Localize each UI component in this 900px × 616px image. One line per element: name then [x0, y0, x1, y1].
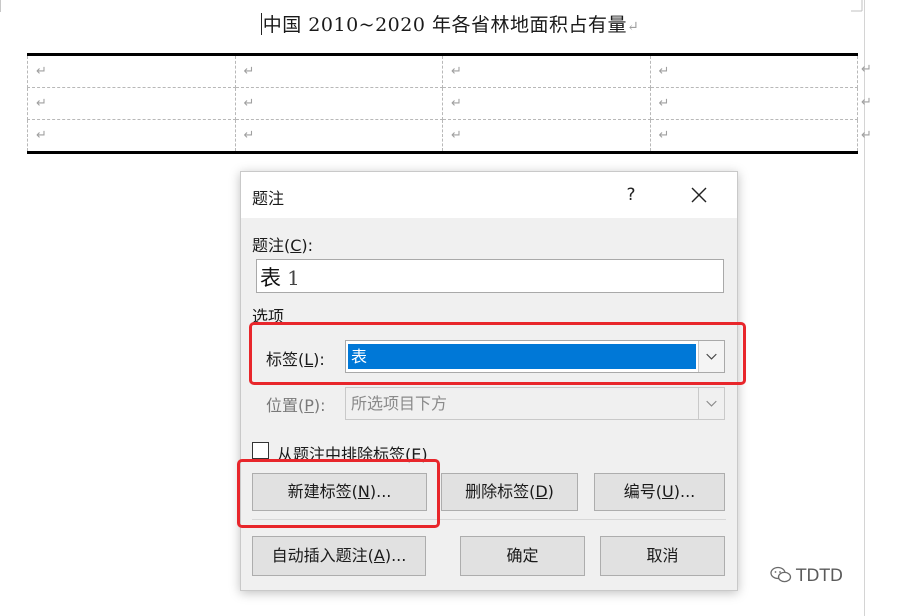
table-cell[interactable]: ↵ — [234, 119, 443, 154]
document-title-text: 中国 2010~2020 年各省林地面积占有量 — [262, 14, 627, 36]
document-table: ↵ ↵ ↵ ↵ ↵ ↵ ↵ ↵ ↵ ↵ ↵ ↵ — [27, 53, 858, 154]
table-cell[interactable]: ↵ — [442, 119, 651, 154]
ok-button[interactable]: 确定 — [460, 536, 585, 576]
watermark-text: TDTD — [796, 566, 843, 586]
row-end-mark-icon: ↵ — [861, 62, 872, 77]
caption-field-label: 题注(C): — [252, 236, 314, 255]
table-cell[interactable]: ↵ — [442, 53, 651, 88]
table-cell[interactable]: ↵ — [649, 87, 858, 120]
wechat-icon — [770, 566, 792, 583]
table-row: ↵ ↵ ↵ ↵ — [27, 119, 858, 154]
delete-label-button[interactable]: 删除标签(D) — [441, 473, 578, 511]
auto-caption-button[interactable]: 自动插入题注(A)... — [252, 536, 426, 576]
dialog-titlebar[interactable]: 题注 ? — [241, 172, 737, 218]
table-cell[interactable]: ↵ — [234, 53, 443, 88]
table-cell[interactable]: ↵ — [27, 119, 236, 154]
caption-input[interactable]: 表 1 — [256, 259, 724, 293]
paragraph-mark-icon: ↵ — [626, 19, 640, 35]
caption-number-text: 1 — [287, 266, 300, 290]
table-cell[interactable]: ↵ — [234, 87, 443, 120]
numbering-button[interactable]: 编号(U)... — [594, 473, 725, 511]
table-cell[interactable]: ↵ — [27, 87, 236, 120]
table-cell[interactable]: ↵ — [649, 119, 858, 154]
exclude-label-checkbox[interactable] — [252, 442, 269, 459]
position-select: 所选项目下方 — [345, 387, 725, 420]
close-icon[interactable] — [683, 181, 715, 209]
cancel-button[interactable]: 取消 — [600, 536, 725, 576]
highlight-box-new-label — [237, 459, 440, 528]
table-cell[interactable]: ↵ — [27, 53, 236, 88]
table-cell[interactable]: ↵ — [649, 53, 858, 88]
chevron-down-icon — [698, 388, 724, 419]
table-cell[interactable]: ↵ — [442, 87, 651, 120]
help-button[interactable]: ? — [619, 182, 643, 208]
watermark: TDTD — [770, 566, 843, 586]
document-title[interactable]: 中国 2010~2020 年各省林地面积占有量↵ — [0, 10, 900, 37]
position-field-label: 位置(P): — [266, 396, 326, 415]
table-row: ↵ ↵ ↵ ↵ — [27, 87, 858, 120]
dialog-title: 题注 — [252, 189, 285, 208]
row-end-mark-icon: ↵ — [861, 95, 872, 110]
highlight-box-tag — [249, 322, 746, 385]
table-row: ↵ ↵ ↵ ↵ — [27, 53, 858, 88]
text-cursor — [260, 13, 262, 35]
row-end-mark-icon: ↵ — [861, 128, 872, 143]
position-select-value: 所选项目下方 — [351, 394, 448, 413]
page-edge-right — [864, 0, 865, 616]
caption-label-text: 表 — [260, 266, 282, 290]
